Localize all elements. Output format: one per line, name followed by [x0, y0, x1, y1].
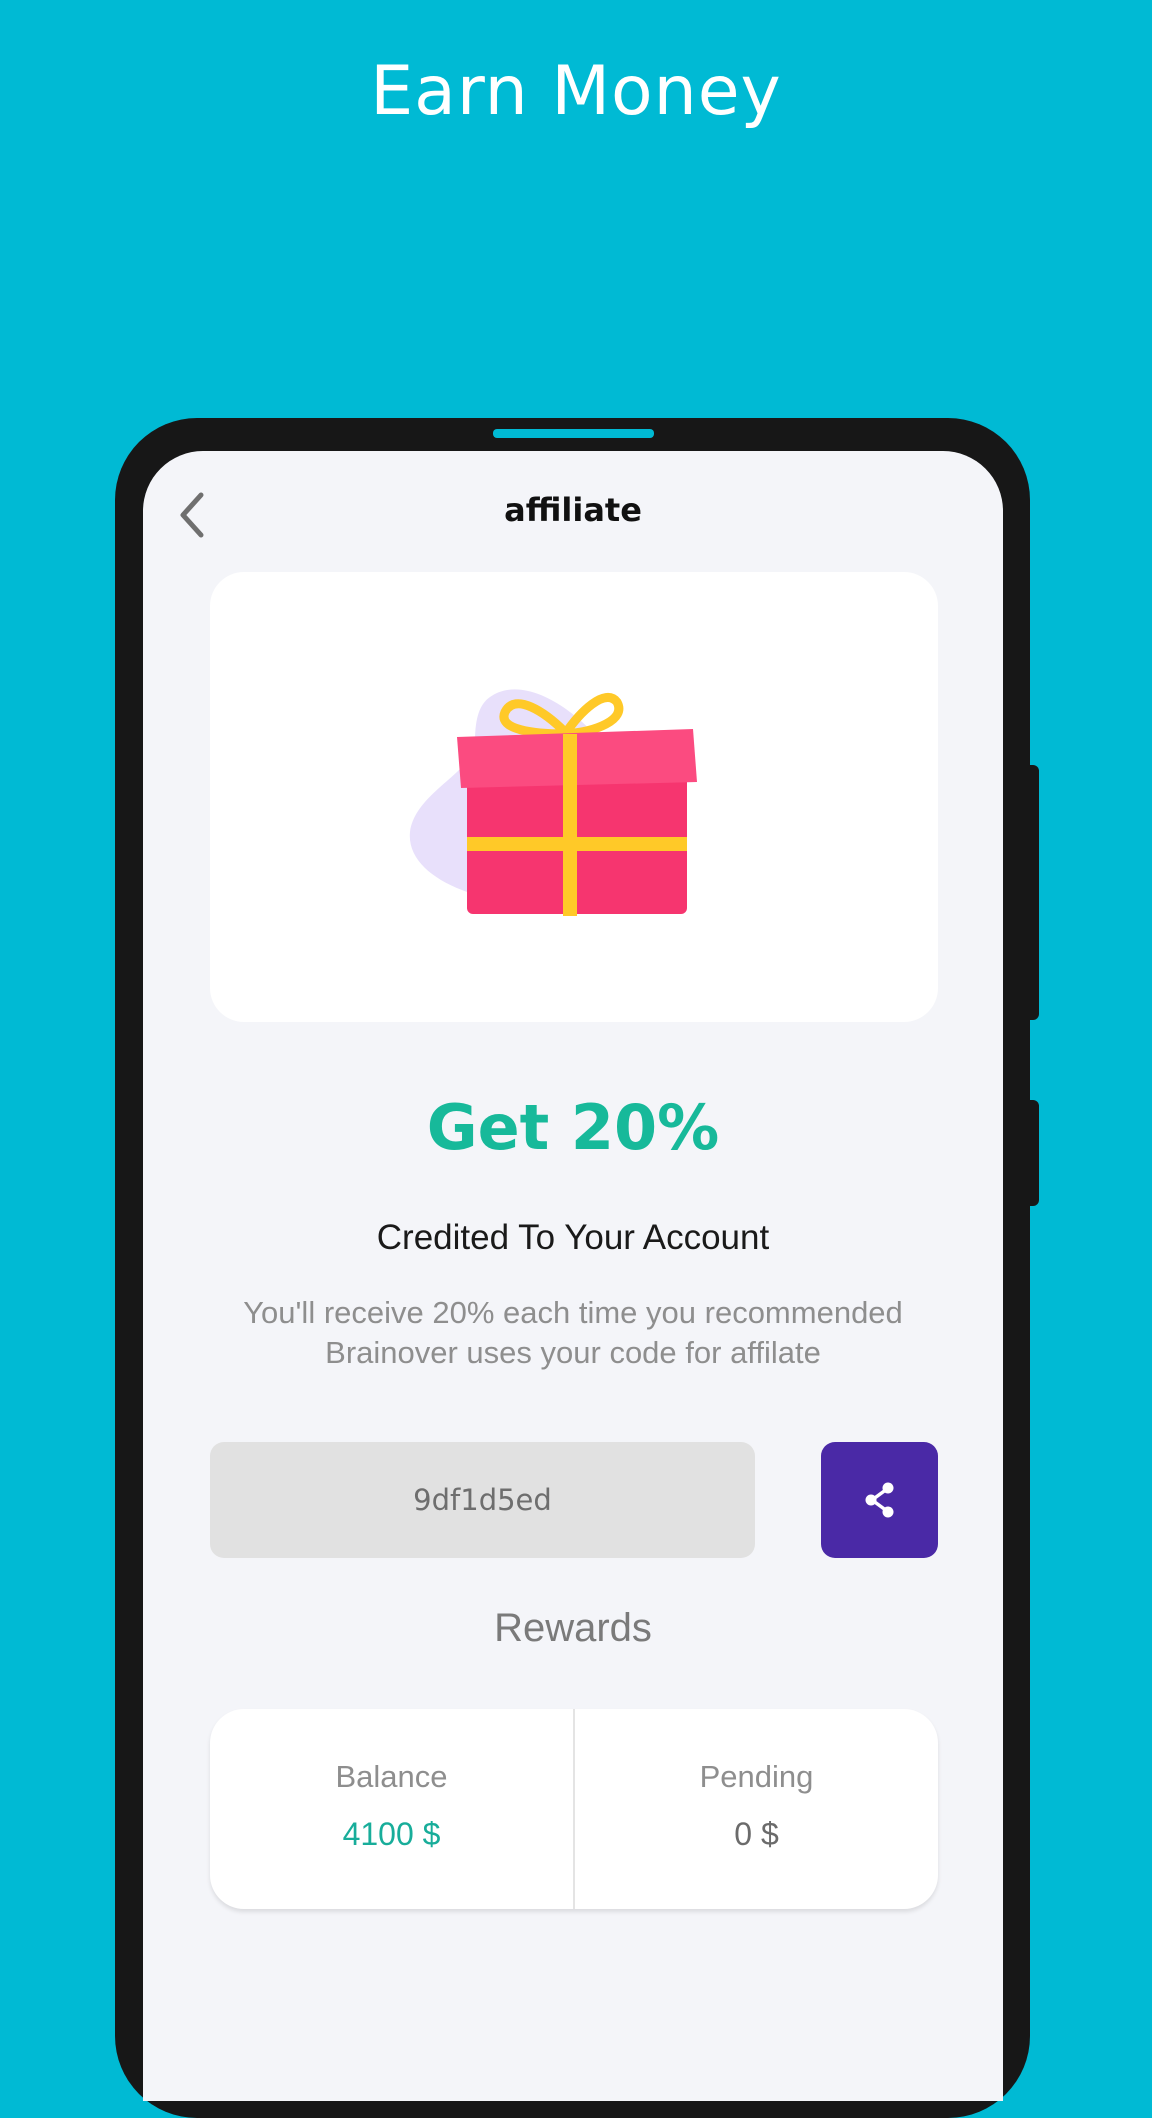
share-button[interactable] [821, 1442, 938, 1558]
pending-section: Pending 0 $ [575, 1709, 938, 1909]
offer-description: You'll receive 20% each time you recomme… [243, 1295, 903, 1370]
gift-box-icon [409, 689, 697, 916]
offer-headline: Get 20% [426, 1091, 720, 1164]
pending-label: Pending [699, 1759, 814, 1794]
rewards-title: Rewards [494, 1606, 652, 1650]
phone-notch [493, 429, 654, 438]
phone-side-button [1028, 765, 1039, 1020]
rewards-card: Balance 4100 $ Pending 0 $ [210, 1709, 938, 1909]
screen-title: affiliate [504, 491, 642, 529]
pending-value: 0 $ [734, 1816, 779, 1852]
referral-code-field[interactable]: 9df1d5ed [210, 1442, 755, 1558]
app-screen: affiliate Get 20% Credited To Your Accou… [143, 451, 1003, 2101]
balance-section: Balance 4100 $ [210, 1709, 575, 1909]
balance-label: Balance [335, 1759, 448, 1794]
balance-value: 4100 $ [342, 1816, 441, 1852]
offer-subheadline: Credited To Your Account [376, 1218, 770, 1257]
gift-illustration-card [210, 572, 938, 1022]
promo-title: Earn Money [370, 52, 782, 131]
phone-side-button [1028, 1100, 1039, 1206]
share-icon [865, 1482, 893, 1518]
